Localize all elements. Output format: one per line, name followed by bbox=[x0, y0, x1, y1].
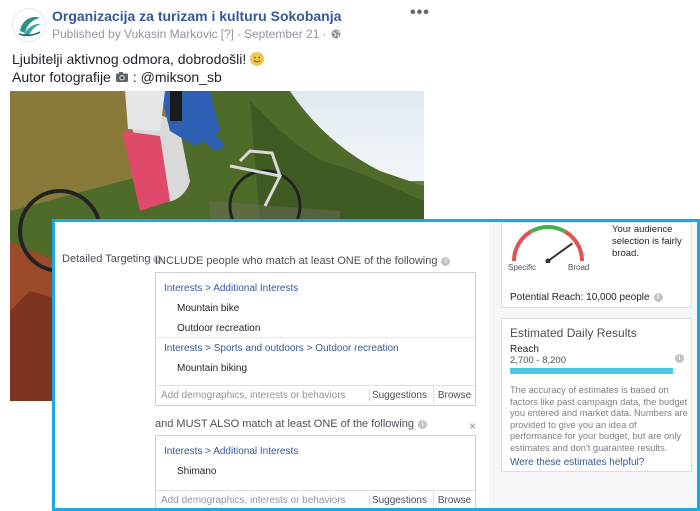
dot-separator: · bbox=[236, 27, 241, 41]
estimated-results-card: Estimated Daily Results Reach 2,700 - 8,… bbox=[501, 318, 692, 472]
published-by: Published by Vukasin Markovic bbox=[52, 27, 218, 41]
globe-icon bbox=[331, 29, 341, 39]
more-dots-icon[interactable]: ••• bbox=[410, 4, 430, 22]
specific-label: Specific bbox=[508, 263, 537, 272]
help-mark[interactable]: [?] bbox=[221, 27, 234, 41]
potential-reach-text: Potential Reach: 10,000 people bbox=[510, 292, 650, 303]
detailed-targeting-label: Detailed Targeting i bbox=[62, 253, 163, 265]
camera-emoji-icon bbox=[115, 72, 128, 82]
add-demographics-input[interactable]: Add demographics, interests or behaviors bbox=[161, 390, 346, 401]
must-also-header: and MUST ALSO match at least ONE of the … bbox=[155, 418, 428, 430]
broad-label: Broad bbox=[568, 263, 590, 272]
post-line-1: Ljubitelji aktivnog odmora, dobrodošli! bbox=[12, 51, 247, 67]
add-targeting-row-2: Add demographics, interests or behaviors… bbox=[156, 490, 475, 508]
interest-item-outdoor-recreation[interactable]: Outdoor recreation bbox=[177, 323, 260, 334]
targeting-section: Detailed Targeting i INCLUDE people who … bbox=[55, 222, 489, 508]
audience-definition-card: Specific Broad Your audience selection i… bbox=[501, 222, 692, 308]
reach-bar-fill bbox=[510, 368, 673, 374]
info-icon-estimates[interactable]: i bbox=[675, 354, 684, 363]
browse-button-2[interactable]: Browse bbox=[433, 491, 475, 508]
estimated-results-title: Estimated Daily Results bbox=[510, 326, 637, 340]
reach-range: 2,700 - 8,200 bbox=[510, 355, 566, 366]
estimates-disclaimer: The accuracy of estimates is based on fa… bbox=[510, 385, 688, 453]
group-divider bbox=[156, 337, 475, 338]
info-icon-must[interactable]: i bbox=[418, 419, 428, 429]
ad-targeting-panel: Detailed Targeting i INCLUDE people who … bbox=[52, 219, 700, 511]
post-date[interactable]: September 21 bbox=[244, 27, 319, 41]
include-header-text: INCLUDE people who match at least ONE of… bbox=[155, 255, 438, 267]
interest-item-mountain-bike[interactable]: Mountain bike bbox=[177, 303, 239, 314]
potential-reach: Potential Reach: 10,000 people i bbox=[510, 292, 663, 303]
interest-path-2[interactable]: Interests > Sports and outdoors > Outdoo… bbox=[164, 343, 399, 354]
estimates-helpful-link[interactable]: Were these estimates helpful? bbox=[510, 457, 644, 468]
info-icon-reach[interactable]: i bbox=[653, 293, 663, 302]
smile-emoji-icon bbox=[250, 52, 265, 66]
interest-item-shimano[interactable]: Shimano bbox=[177, 466, 216, 477]
post-meta: Published by Vukasin Markovic [?] · Sept… bbox=[52, 27, 341, 41]
audience-sidebar: Specific Broad Your audience selection i… bbox=[497, 222, 697, 508]
close-icon[interactable]: × bbox=[469, 419, 476, 433]
include-targeting-box: Interests > Additional Interests Mountai… bbox=[155, 272, 476, 406]
post-text: Ljubitelji aktivnog odmora, dobrodošli! … bbox=[12, 50, 265, 86]
dot-separator-2: · bbox=[322, 27, 327, 41]
include-header: INCLUDE people who match at least ONE of… bbox=[155, 255, 451, 267]
add-demographics-input-2[interactable]: Add demographics, interests or behaviors bbox=[161, 495, 346, 506]
row-divider-2 bbox=[369, 494, 370, 507]
add-targeting-row: Add demographics, interests or behaviors… bbox=[156, 385, 475, 405]
detailed-targeting-text: Detailed Targeting bbox=[62, 253, 151, 265]
browse-button[interactable]: Browse bbox=[433, 386, 475, 405]
interest-path-1[interactable]: Interests > Additional Interests bbox=[164, 283, 298, 294]
audience-gauge bbox=[511, 224, 585, 263]
reach-bar bbox=[510, 368, 676, 374]
info-icon-include[interactable]: i bbox=[441, 256, 451, 266]
page-name-link[interactable]: Organizacija za turizam i kulturu Sokoba… bbox=[52, 8, 341, 24]
gauge-needle bbox=[547, 242, 573, 262]
row-divider bbox=[369, 389, 370, 402]
suggestions-button-2[interactable]: Suggestions bbox=[372, 495, 427, 506]
must-also-header-text: and MUST ALSO match at least ONE of the … bbox=[155, 418, 415, 430]
page-avatar[interactable] bbox=[12, 8, 46, 42]
interest-path-3[interactable]: Interests > Additional Interests bbox=[164, 446, 298, 457]
post-line-2-prefix: Autor fotografije bbox=[12, 69, 111, 85]
page-logo-icon bbox=[14, 10, 45, 41]
must-targeting-box: Interests > Additional Interests Shimano… bbox=[155, 435, 476, 508]
post-line-2-handle: : @mikson_sb bbox=[132, 69, 222, 85]
interest-item-mountain-biking[interactable]: Mountain biking bbox=[177, 363, 247, 374]
audience-summary: Your audience selection is fairly broad. bbox=[612, 224, 682, 259]
reach-label: Reach bbox=[510, 344, 539, 355]
suggestions-button[interactable]: Suggestions bbox=[372, 390, 427, 401]
